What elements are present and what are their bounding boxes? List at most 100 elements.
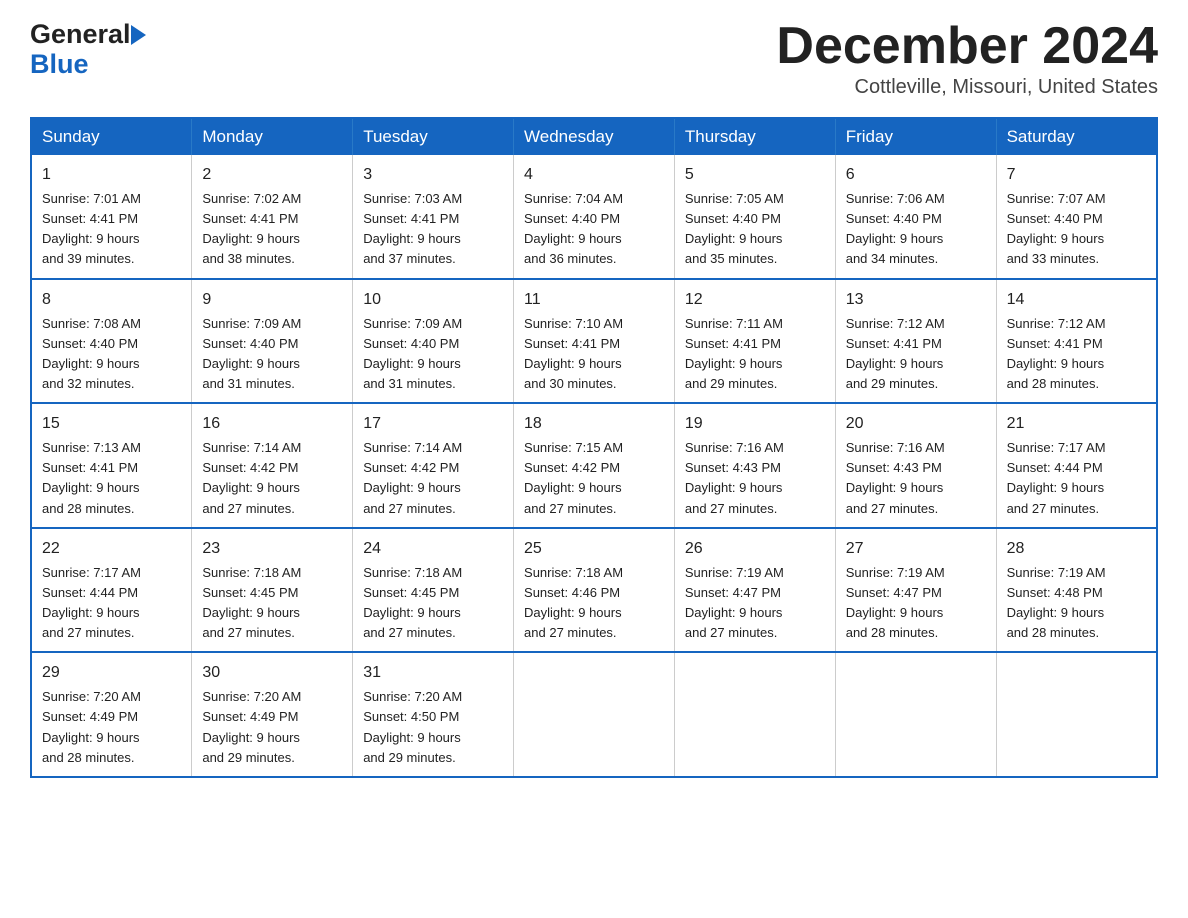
day-number: 8 [42,288,181,312]
day-number: 22 [42,537,181,561]
day-info: Sunrise: 7:10 AMSunset: 4:41 PMDaylight:… [524,314,664,395]
day-info: Sunrise: 7:11 AMSunset: 4:41 PMDaylight:… [685,314,825,395]
calendar-day-cell: 30Sunrise: 7:20 AMSunset: 4:49 PMDayligh… [192,652,353,777]
calendar-day-cell: 26Sunrise: 7:19 AMSunset: 4:47 PMDayligh… [674,528,835,653]
calendar-day-cell: 12Sunrise: 7:11 AMSunset: 4:41 PMDayligh… [674,279,835,404]
day-number: 6 [846,163,986,187]
day-info: Sunrise: 7:16 AMSunset: 4:43 PMDaylight:… [846,438,986,519]
day-info: Sunrise: 7:06 AMSunset: 4:40 PMDaylight:… [846,189,986,270]
calendar-week-row: 8Sunrise: 7:08 AMSunset: 4:40 PMDaylight… [31,279,1157,404]
day-number: 16 [202,412,342,436]
day-number: 14 [1007,288,1146,312]
day-number: 18 [524,412,664,436]
calendar-table: SundayMondayTuesdayWednesdayThursdayFrid… [30,117,1158,778]
day-number: 4 [524,163,664,187]
calendar-day-cell: 9Sunrise: 7:09 AMSunset: 4:40 PMDaylight… [192,279,353,404]
calendar-day-cell: 14Sunrise: 7:12 AMSunset: 4:41 PMDayligh… [996,279,1157,404]
weekday-header-friday: Friday [835,118,996,155]
calendar-header-row: SundayMondayTuesdayWednesdayThursdayFrid… [31,118,1157,155]
calendar-day-cell: 11Sunrise: 7:10 AMSunset: 4:41 PMDayligh… [514,279,675,404]
calendar-day-cell: 18Sunrise: 7:15 AMSunset: 4:42 PMDayligh… [514,403,675,528]
calendar-day-cell: 19Sunrise: 7:16 AMSunset: 4:43 PMDayligh… [674,403,835,528]
day-info: Sunrise: 7:08 AMSunset: 4:40 PMDaylight:… [42,314,181,395]
location: Cottleville, Missouri, United States [776,76,1158,99]
calendar-day-cell: 10Sunrise: 7:09 AMSunset: 4:40 PMDayligh… [353,279,514,404]
calendar-day-cell: 1Sunrise: 7:01 AMSunset: 4:41 PMDaylight… [31,155,192,279]
day-info: Sunrise: 7:18 AMSunset: 4:45 PMDaylight:… [363,563,503,644]
day-number: 20 [846,412,986,436]
day-info: Sunrise: 7:09 AMSunset: 4:40 PMDaylight:… [202,314,342,395]
calendar-week-row: 22Sunrise: 7:17 AMSunset: 4:44 PMDayligh… [31,528,1157,653]
day-info: Sunrise: 7:19 AMSunset: 4:47 PMDaylight:… [846,563,986,644]
calendar-day-cell: 22Sunrise: 7:17 AMSunset: 4:44 PMDayligh… [31,528,192,653]
day-number: 13 [846,288,986,312]
calendar-week-row: 29Sunrise: 7:20 AMSunset: 4:49 PMDayligh… [31,652,1157,777]
calendar-day-cell: 7Sunrise: 7:07 AMSunset: 4:40 PMDaylight… [996,155,1157,279]
title-block: December 2024 Cottleville, Missouri, Uni… [776,20,1158,99]
day-number: 9 [202,288,342,312]
calendar-day-cell: 23Sunrise: 7:18 AMSunset: 4:45 PMDayligh… [192,528,353,653]
day-number: 3 [363,163,503,187]
day-number: 5 [685,163,825,187]
day-info: Sunrise: 7:20 AMSunset: 4:49 PMDaylight:… [202,687,342,768]
calendar-day-cell: 21Sunrise: 7:17 AMSunset: 4:44 PMDayligh… [996,403,1157,528]
day-number: 29 [42,661,181,685]
day-info: Sunrise: 7:19 AMSunset: 4:48 PMDaylight:… [1007,563,1146,644]
day-info: Sunrise: 7:17 AMSunset: 4:44 PMDaylight:… [1007,438,1146,519]
day-number: 17 [363,412,503,436]
day-info: Sunrise: 7:07 AMSunset: 4:40 PMDaylight:… [1007,189,1146,270]
calendar-day-cell: 4Sunrise: 7:04 AMSunset: 4:40 PMDaylight… [514,155,675,279]
calendar-day-cell [996,652,1157,777]
page-header: General Blue December 2024 Cottleville, … [30,20,1158,99]
day-info: Sunrise: 7:02 AMSunset: 4:41 PMDaylight:… [202,189,342,270]
weekday-header-sunday: Sunday [31,118,192,155]
day-number: 15 [42,412,181,436]
calendar-week-row: 15Sunrise: 7:13 AMSunset: 4:41 PMDayligh… [31,403,1157,528]
calendar-day-cell: 31Sunrise: 7:20 AMSunset: 4:50 PMDayligh… [353,652,514,777]
day-info: Sunrise: 7:20 AMSunset: 4:50 PMDaylight:… [363,687,503,768]
calendar-day-cell: 5Sunrise: 7:05 AMSunset: 4:40 PMDaylight… [674,155,835,279]
day-number: 26 [685,537,825,561]
day-info: Sunrise: 7:13 AMSunset: 4:41 PMDaylight:… [42,438,181,519]
weekday-header-thursday: Thursday [674,118,835,155]
calendar-day-cell: 28Sunrise: 7:19 AMSunset: 4:48 PMDayligh… [996,528,1157,653]
logo-line1: General [30,20,146,50]
calendar-day-cell: 25Sunrise: 7:18 AMSunset: 4:46 PMDayligh… [514,528,675,653]
day-info: Sunrise: 7:18 AMSunset: 4:46 PMDaylight:… [524,563,664,644]
day-info: Sunrise: 7:01 AMSunset: 4:41 PMDaylight:… [42,189,181,270]
calendar-day-cell: 20Sunrise: 7:16 AMSunset: 4:43 PMDayligh… [835,403,996,528]
calendar-day-cell: 3Sunrise: 7:03 AMSunset: 4:41 PMDaylight… [353,155,514,279]
weekday-header-tuesday: Tuesday [353,118,514,155]
day-info: Sunrise: 7:14 AMSunset: 4:42 PMDaylight:… [363,438,503,519]
calendar-day-cell: 17Sunrise: 7:14 AMSunset: 4:42 PMDayligh… [353,403,514,528]
day-number: 23 [202,537,342,561]
day-info: Sunrise: 7:16 AMSunset: 4:43 PMDaylight:… [685,438,825,519]
calendar-day-cell [835,652,996,777]
day-number: 12 [685,288,825,312]
day-info: Sunrise: 7:20 AMSunset: 4:49 PMDaylight:… [42,687,181,768]
day-info: Sunrise: 7:15 AMSunset: 4:42 PMDaylight:… [524,438,664,519]
calendar-week-row: 1Sunrise: 7:01 AMSunset: 4:41 PMDaylight… [31,155,1157,279]
day-info: Sunrise: 7:12 AMSunset: 4:41 PMDaylight:… [1007,314,1146,395]
calendar-day-cell [674,652,835,777]
day-number: 7 [1007,163,1146,187]
calendar-day-cell: 29Sunrise: 7:20 AMSunset: 4:49 PMDayligh… [31,652,192,777]
calendar-day-cell: 16Sunrise: 7:14 AMSunset: 4:42 PMDayligh… [192,403,353,528]
day-info: Sunrise: 7:12 AMSunset: 4:41 PMDaylight:… [846,314,986,395]
day-number: 30 [202,661,342,685]
day-info: Sunrise: 7:17 AMSunset: 4:44 PMDaylight:… [42,563,181,644]
calendar-day-cell: 13Sunrise: 7:12 AMSunset: 4:41 PMDayligh… [835,279,996,404]
calendar-day-cell: 27Sunrise: 7:19 AMSunset: 4:47 PMDayligh… [835,528,996,653]
day-number: 25 [524,537,664,561]
day-info: Sunrise: 7:18 AMSunset: 4:45 PMDaylight:… [202,563,342,644]
logo: General Blue [30,20,146,79]
calendar-day-cell: 15Sunrise: 7:13 AMSunset: 4:41 PMDayligh… [31,403,192,528]
day-info: Sunrise: 7:05 AMSunset: 4:40 PMDaylight:… [685,189,825,270]
day-info: Sunrise: 7:19 AMSunset: 4:47 PMDaylight:… [685,563,825,644]
weekday-header-saturday: Saturday [996,118,1157,155]
day-number: 11 [524,288,664,312]
calendar-day-cell: 2Sunrise: 7:02 AMSunset: 4:41 PMDaylight… [192,155,353,279]
day-info: Sunrise: 7:14 AMSunset: 4:42 PMDaylight:… [202,438,342,519]
day-number: 31 [363,661,503,685]
weekday-header-wednesday: Wednesday [514,118,675,155]
